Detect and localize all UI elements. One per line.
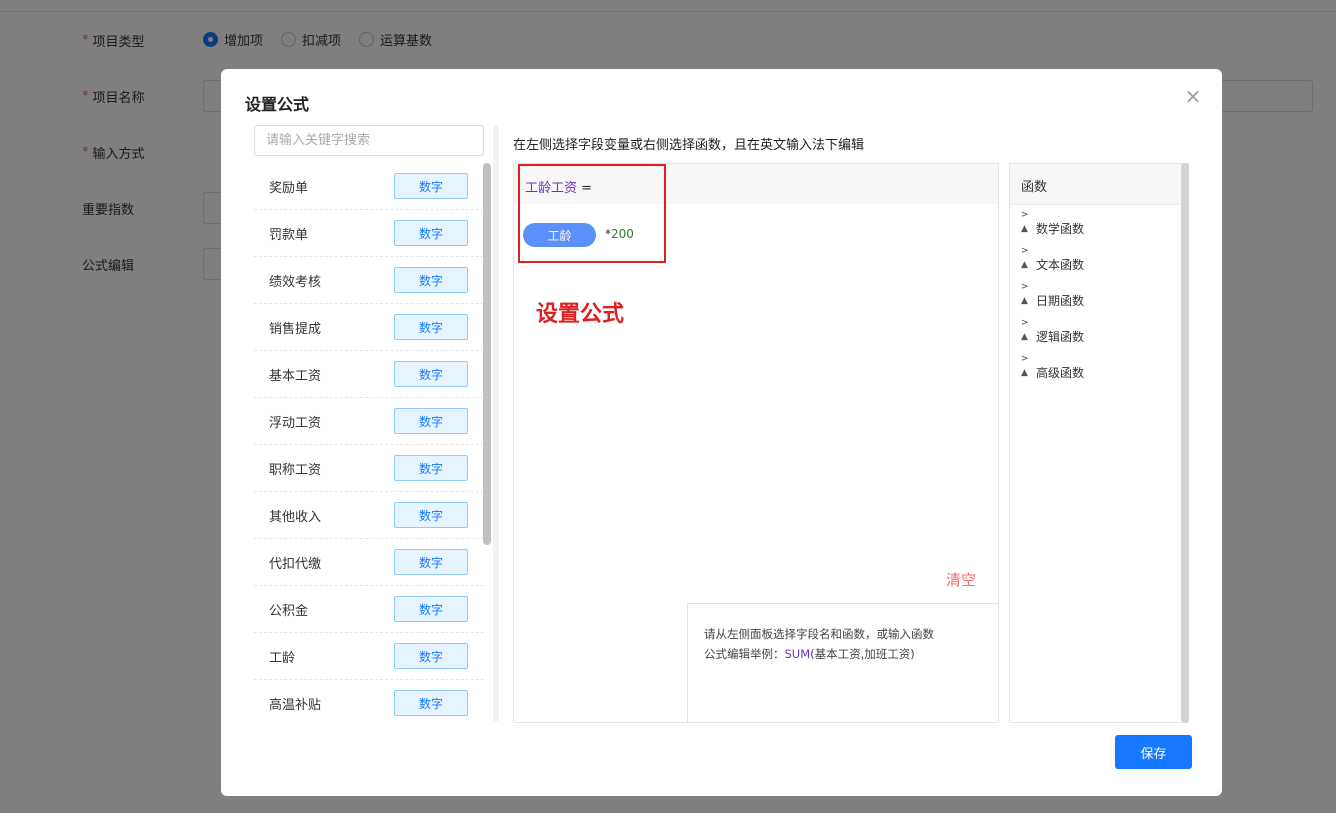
field-type-tag: 数字 <box>394 361 468 387</box>
function-category[interactable]: > ▲ 逻辑函数 <box>1010 313 1188 349</box>
field-name: 绩效考核 <box>269 274 322 290</box>
chevron-right-icon: > <box>1021 354 1029 364</box>
field-name: 公积金 <box>269 603 309 619</box>
field-item[interactable]: 代扣代缴 数字 <box>254 539 484 586</box>
chevron-right-icon: > <box>1021 318 1029 328</box>
field-type-tag: 数字 <box>394 502 468 528</box>
field-type-tag: 数字 <box>394 314 468 340</box>
function-category-label: 高级函数 <box>1036 366 1085 380</box>
field-name: 工龄 <box>269 650 296 666</box>
chevron-right-icon: > <box>1021 282 1029 292</box>
annotation-label: 设置公式 <box>536 301 625 327</box>
function-category-label: 逻辑函数 <box>1036 330 1085 344</box>
function-list: > ▲ 数学函数 > ▲ 文本函数 > ▲ 日期函数 > ▲ 逻辑函数 > ▲ 高级函数 <box>1010 205 1188 385</box>
triangle-up-icon: ▲ <box>1021 296 1028 306</box>
function-category[interactable]: > ▲ 高级函数 <box>1010 349 1188 385</box>
field-name: 职称工资 <box>269 462 322 478</box>
modal-title: 设置公式 <box>245 95 310 114</box>
field-item[interactable]: 其他收入 数字 <box>254 492 484 539</box>
field-name: 罚款单 <box>269 227 309 243</box>
field-type-tag: 数字 <box>394 690 468 716</box>
help-prefix: 公式编辑举例： <box>704 647 785 661</box>
clear-button[interactable]: 清空 <box>946 569 976 590</box>
field-item[interactable]: 公积金 数字 <box>254 586 484 633</box>
field-list-scrollbar[interactable] <box>483 163 491 545</box>
function-panel: 函数 > ▲ 数学函数 > ▲ 文本函数 > ▲ 日期函数 > ▲ 逻辑函数 > ▲ 高级函数 <box>1009 163 1189 723</box>
panel-divider <box>493 125 499 721</box>
field-type-tag: 数字 <box>394 549 468 575</box>
help-args: (基本工资,加班工资) <box>810 647 915 661</box>
function-category[interactable]: > ▲ 数学函数 <box>1010 205 1188 241</box>
function-category-label: 数学函数 <box>1036 222 1085 236</box>
editor-hint: 在左侧选择字段变量或右侧选择函数，且在英文输入法下编辑 <box>513 138 865 153</box>
field-type-tag: 数字 <box>394 173 468 199</box>
field-item[interactable]: 绩效考核 数字 <box>254 257 484 304</box>
field-name: 销售提成 <box>269 321 322 337</box>
field-item[interactable]: 高温补贴 数字 <box>254 680 484 725</box>
field-name: 代扣代缴 <box>269 556 322 572</box>
formula-modal: 设置公式 × 奖励单数字罚款单数字绩效考核数字销售提成数字基本工资数字浮动工资数… <box>221 69 1222 796</box>
field-type-tag: 数字 <box>394 220 468 246</box>
field-item[interactable]: 基本工资 数字 <box>254 351 484 398</box>
field-type-tag: 数字 <box>394 267 468 293</box>
function-category[interactable]: > ▲ 文本函数 <box>1010 241 1188 277</box>
close-icon[interactable]: × <box>1183 86 1203 106</box>
highlight-box <box>518 164 666 263</box>
field-type-tag: 数字 <box>394 596 468 622</box>
formula-editor[interactable]: 工龄工资 = 工龄 *200 设置公式 清空 请从左侧面板选择字段名和函数，或输… <box>513 163 999 723</box>
triangle-up-icon: ▲ <box>1021 260 1028 270</box>
function-panel-header: 函数 <box>1010 164 1188 205</box>
field-item[interactable]: 职称工资 数字 <box>254 445 484 492</box>
triangle-up-icon: ▲ <box>1021 332 1028 342</box>
function-category[interactable]: > ▲ 日期函数 <box>1010 277 1188 313</box>
field-name: 奖励单 <box>269 180 309 196</box>
field-name: 浮动工资 <box>269 415 322 431</box>
field-item[interactable]: 浮动工资 数字 <box>254 398 484 445</box>
field-item[interactable]: 销售提成 数字 <box>254 304 484 351</box>
field-name: 其他收入 <box>269 509 322 525</box>
function-category-label: 日期函数 <box>1036 294 1085 308</box>
save-button[interactable]: 保存 <box>1115 735 1192 769</box>
field-item[interactable]: 罚款单 数字 <box>254 210 484 257</box>
field-type-tag: 数字 <box>394 455 468 481</box>
triangle-up-icon: ▲ <box>1021 368 1028 378</box>
help-func: SUM <box>784 647 811 661</box>
field-search-input[interactable] <box>254 125 484 156</box>
help-line-2: 公式编辑举例：SUM(基本工资,加班工资) <box>704 644 999 664</box>
field-type-tag: 数字 <box>394 643 468 669</box>
field-type-tag: 数字 <box>394 408 468 434</box>
field-item[interactable]: 工龄 数字 <box>254 633 484 680</box>
function-panel-scrollbar[interactable] <box>1181 163 1189 723</box>
help-box: 请从左侧面板选择字段名和函数，或输入函数 公式编辑举例：SUM(基本工资,加班工… <box>687 603 999 723</box>
triangle-up-icon: ▲ <box>1021 224 1028 234</box>
function-category-label: 文本函数 <box>1036 258 1085 272</box>
help-line-1: 请从左侧面板选择字段名和函数，或输入函数 <box>704 627 934 641</box>
field-name: 高温补贴 <box>269 697 322 713</box>
chevron-right-icon: > <box>1021 246 1029 256</box>
field-item[interactable]: 奖励单 数字 <box>254 163 484 210</box>
field-name: 基本工资 <box>269 368 322 384</box>
field-list: 奖励单 数字 罚款单 数字 绩效考核 数字 销售提成 数字 基本工资 数字 浮动工资 数字 职称工资 数字… <box>254 163 484 725</box>
chevron-right-icon: > <box>1021 210 1029 220</box>
